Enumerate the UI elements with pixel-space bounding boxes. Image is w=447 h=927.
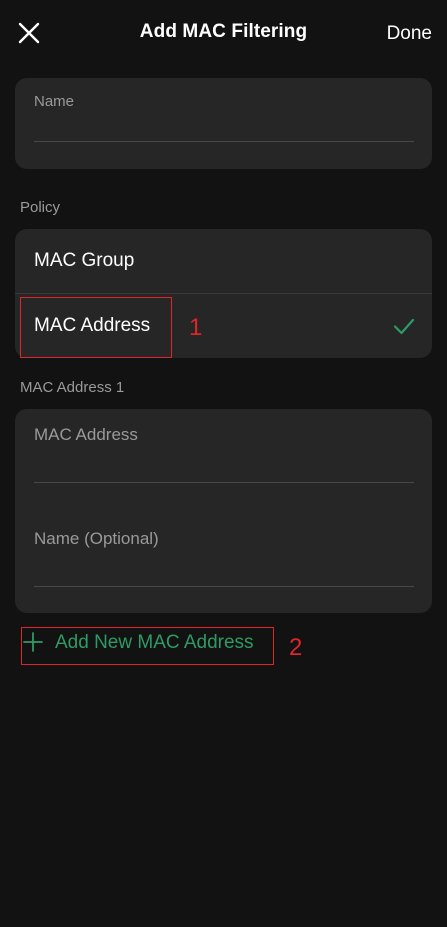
policy-card: MAC Group MAC Address [15,229,432,358]
name-card: Name [15,78,432,169]
policy-option-mac-address[interactable]: MAC Address [15,294,432,358]
mac-address-field-label: MAC Address [34,425,138,444]
top-bar: Add MAC Filtering Done [0,0,447,68]
policy-section-label: Policy [20,199,61,216]
page-title: Add MAC Filtering [139,21,308,42]
checkmark-icon [393,318,415,335]
mac-address-section-label: MAC Address 1 [20,379,125,396]
policy-option-label: MAC Group [34,250,135,271]
name-field-label: Name [34,93,75,110]
mac-name-field-label: Name (Optional) [34,529,159,548]
close-icon [18,22,40,44]
mac-name-input[interactable] [34,557,414,581]
add-new-mac-address-label: Add New MAC Address [55,632,254,653]
mac-address-underline [34,482,414,483]
name-input[interactable] [34,114,414,138]
plus-icon [23,632,43,652]
policy-option-label: MAC Address [34,315,151,336]
name-field-underline [34,141,414,142]
mac-entry-card: MAC Address Name (Optional) [15,409,432,613]
mac-name-underline [34,586,414,587]
mac-address-input[interactable] [34,453,414,477]
policy-option-mac-group[interactable]: MAC Group [15,229,432,294]
annotation-number-2: 2 [289,634,303,661]
close-button[interactable] [14,18,46,50]
done-button[interactable]: Done [387,23,432,45]
annotation-number-1: 1 [189,314,203,341]
